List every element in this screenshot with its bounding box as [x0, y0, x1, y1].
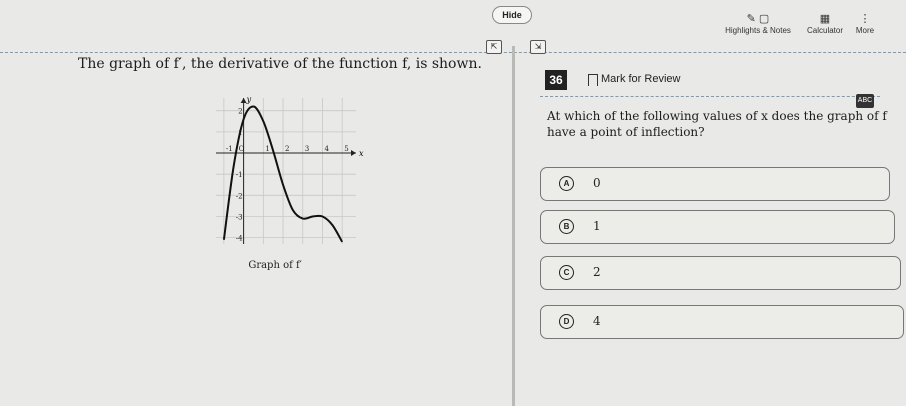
choice-b[interactable]: B 1	[540, 210, 895, 244]
expand-right-icon[interactable]: ⇲	[530, 40, 546, 54]
choice-d-value: 4	[593, 314, 601, 328]
highlights-notes-button[interactable]: ✎ ▢ Highlights & Notes	[718, 12, 798, 35]
y-tick-label: -3	[236, 213, 243, 221]
stimulus-prompt: The graph of f′, the derivative of the f…	[78, 56, 482, 72]
choice-a-letter: A	[559, 176, 574, 191]
x-axis-arrow	[351, 150, 356, 157]
question-text: At which of the following values of x do…	[547, 109, 887, 139]
mark-for-review-label[interactable]: Mark for Review	[601, 73, 680, 85]
highlights-notes-label: Highlights & Notes	[725, 26, 791, 35]
highlight-pen-icon: ✎ ▢	[746, 13, 770, 25]
choice-c-letter: C	[559, 265, 574, 280]
graph-caption: Graph of f′	[248, 260, 302, 271]
question-number: 36	[545, 70, 567, 90]
more-label: More	[855, 26, 875, 35]
expand-left-icon[interactable]: ⇱	[486, 40, 502, 54]
y-tick-label: -2	[236, 192, 243, 200]
choice-c[interactable]: C 2	[540, 256, 901, 290]
choice-d[interactable]: D 4	[540, 305, 904, 339]
x-tick-label: O	[239, 145, 245, 153]
x-tick-label: -1	[226, 145, 233, 153]
y-tick-label: -1	[236, 171, 243, 179]
choice-a[interactable]: A 0	[540, 167, 890, 201]
choice-b-letter: B	[559, 219, 574, 234]
hide-button[interactable]: Hide	[492, 6, 532, 24]
x-axis-label: x	[359, 149, 364, 158]
x-tick-label: 1	[265, 145, 269, 153]
x-tick-label: 2	[285, 145, 289, 153]
choice-c-value: 2	[593, 265, 601, 279]
more-button[interactable]: ⋮ More	[850, 12, 880, 35]
choice-a-value: 0	[593, 176, 601, 190]
derivative-graph: -1 O 1 2 3 4 521-1-2-3-4xyGraph of f′	[216, 95, 364, 271]
pane-divider[interactable]	[512, 46, 515, 406]
calculator-button[interactable]: ▦ Calculator	[802, 12, 848, 35]
more-vertical-icon: ⋮	[859, 13, 871, 25]
x-tick-label: 3	[305, 145, 309, 153]
calculator-label: Calculator	[806, 26, 843, 35]
x-tick-label: 5	[344, 145, 348, 153]
strike-through-toggle[interactable]: ABC	[856, 94, 874, 108]
x-tick-label: 4	[324, 145, 329, 153]
choice-d-letter: D	[559, 314, 574, 329]
question-header-rule	[540, 96, 880, 98]
y-axis-label: y	[246, 95, 252, 104]
top-toolbar: Hide ✎ ▢ Highlights & Notes ▦ Calculator…	[0, 0, 906, 53]
y-tick-label: -4	[236, 235, 243, 243]
calculator-icon: ▦	[819, 13, 831, 25]
bookmark-icon[interactable]	[588, 74, 598, 86]
y-tick-label: 2	[238, 108, 242, 116]
choice-b-value: 1	[593, 219, 601, 233]
